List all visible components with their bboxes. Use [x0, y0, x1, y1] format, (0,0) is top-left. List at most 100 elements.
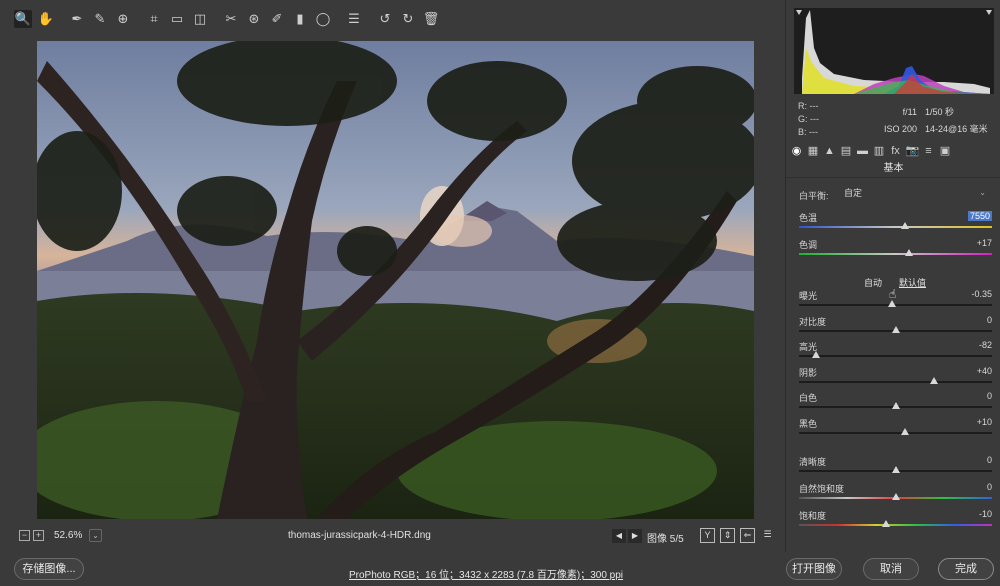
- slider-value-field[interactable]: -10: [979, 509, 992, 519]
- basic-icon[interactable]: ◉: [790, 145, 803, 158]
- g-readout: G: ---: [798, 114, 819, 124]
- slider-thumb[interactable]: [930, 377, 939, 384]
- preview-settings-icon[interactable]: ☰: [760, 528, 775, 543]
- red-eye-icon[interactable]: ⊛: [245, 10, 263, 28]
- previous-image-button[interactable]: ◀: [612, 529, 626, 543]
- slider-value-field[interactable]: -0.35: [971, 289, 992, 299]
- straighten-icon[interactable]: ▭: [168, 10, 186, 28]
- done-button[interactable]: 完成: [938, 558, 994, 580]
- slider-4[interactable]: 对比度 0: [799, 315, 992, 341]
- presets-icon[interactable]: ≡: [922, 145, 935, 158]
- white-balance-eyedropper-icon[interactable]: ✒: [68, 10, 86, 28]
- transform-icon[interactable]: ◫: [191, 10, 209, 28]
- slider-track[interactable]: [799, 381, 992, 383]
- slider-6[interactable]: 阴影 +40: [799, 366, 992, 392]
- slider-thumb[interactable]: [901, 222, 910, 229]
- detail-icon[interactable]: ▲: [823, 145, 836, 158]
- zoom-in-button[interactable]: +: [33, 530, 44, 541]
- auto-button[interactable]: 自动: [864, 276, 882, 289]
- snapshots-icon[interactable]: ▣: [939, 145, 952, 158]
- slider-7[interactable]: 白色 0: [799, 391, 992, 417]
- save-image-button[interactable]: 存储图像...: [14, 558, 84, 580]
- cancel-button[interactable]: 取消: [863, 558, 919, 580]
- slider-value-field[interactable]: 0: [987, 482, 992, 492]
- crop-icon[interactable]: ⌗: [145, 10, 163, 28]
- slider-5[interactable]: 高光 -82: [799, 340, 992, 366]
- slider-thumb[interactable]: [891, 402, 900, 409]
- slider-label: 饱和度: [799, 511, 827, 521]
- effects-icon[interactable]: fx: [889, 145, 902, 158]
- slider-thumb[interactable]: [891, 326, 900, 333]
- slider-value-field[interactable]: -82: [979, 340, 992, 350]
- slider-value-field[interactable]: +40: [977, 366, 992, 376]
- slider-value-field[interactable]: 0: [987, 315, 992, 325]
- workflow-options-link[interactable]: ProPhoto RGB；16 位；3432 x 2283 (7.8 百万像素)…: [349, 566, 623, 581]
- photo-preview[interactable]: [37, 41, 754, 519]
- default-button[interactable]: 默认值: [899, 276, 926, 289]
- before-after-icon[interactable]: Y: [700, 528, 715, 543]
- rotate-right-icon[interactable]: ↻: [399, 10, 417, 28]
- aperture: f/11: [902, 107, 917, 117]
- adjustment-brush-icon[interactable]: ✐: [268, 10, 286, 28]
- hand-icon[interactable]: ✋: [37, 10, 55, 28]
- lens-info: 14-24@16 毫米: [925, 124, 988, 134]
- zoom-dropdown[interactable]: ⌄: [89, 529, 102, 542]
- slider-thumb[interactable]: [881, 520, 890, 527]
- trash-icon[interactable]: 🗑: [422, 10, 440, 28]
- tone-curve-icon[interactable]: ▦: [807, 145, 820, 158]
- slider-thumb[interactable]: [901, 428, 910, 435]
- swap-settings-icon[interactable]: ⇐: [740, 528, 755, 543]
- slider-track[interactable]: [799, 432, 992, 434]
- hsl-icon[interactable]: ▤: [840, 145, 853, 158]
- section-title: 基本: [786, 160, 1000, 178]
- slider-track[interactable]: [799, 226, 992, 228]
- zoom-icon[interactable]: 🔍: [14, 10, 32, 28]
- adjustments-panel: R: --- G: --- B: --- f/11 1/50 秒 ISO 200 1…: [785, 0, 1000, 552]
- pointer-cursor-icon: ☝: [889, 287, 897, 301]
- slider-11[interactable]: 饱和度 -10: [799, 509, 992, 535]
- white-balance-select[interactable]: 自定 ⌄: [840, 185, 990, 201]
- zoom-out-button[interactable]: −: [19, 530, 30, 541]
- iso: ISO 200: [883, 124, 917, 134]
- lens-corrections-icon[interactable]: ▥: [873, 145, 886, 158]
- slider-thumb[interactable]: [891, 466, 900, 473]
- slider-value-field[interactable]: +17: [977, 238, 992, 248]
- graduated-filter-icon[interactable]: ▮: [291, 10, 309, 28]
- compare-toggle-icon[interactable]: ⇕: [720, 528, 735, 543]
- slider-thumb[interactable]: [891, 493, 900, 500]
- slider-9[interactable]: 清晰度 0: [799, 455, 992, 481]
- slider-thumb[interactable]: [812, 351, 821, 358]
- camera-calibration-icon[interactable]: 📷: [906, 145, 920, 158]
- slider-2[interactable]: 色调 +17: [799, 238, 992, 264]
- file-name: thomas-jurassicpark-4-HDR.dng: [288, 530, 431, 541]
- slider-track[interactable]: [799, 524, 992, 526]
- spot-removal-icon[interactable]: ✂: [222, 10, 240, 28]
- slider-value-field[interactable]: 7550: [967, 211, 992, 221]
- slider-label: 清晰度: [799, 457, 827, 467]
- slider-8[interactable]: 黑色 +10: [799, 417, 992, 443]
- rotate-left-icon[interactable]: ↺: [376, 10, 394, 28]
- slider-value-field[interactable]: +10: [977, 417, 992, 427]
- slider-track[interactable]: [799, 355, 992, 357]
- slider-value-field[interactable]: 0: [987, 455, 992, 465]
- radial-filter-icon[interactable]: ◯: [314, 10, 332, 28]
- histogram: [794, 8, 994, 94]
- bottom-bar: 存储图像... ProPhoto RGB；16 位；3432 x 2283 (7…: [0, 552, 1000, 586]
- preferences-icon[interactable]: ☰: [345, 10, 363, 28]
- camera-info: f/11 1/50 秒 ISO 200 14-24@16 毫米: [870, 104, 995, 138]
- open-image-button[interactable]: 打开图像: [786, 558, 842, 580]
- r-readout: R: ---: [798, 101, 819, 111]
- split-toning-icon[interactable]: ▬: [856, 145, 869, 158]
- slider-thumb[interactable]: [887, 300, 896, 307]
- slider-10[interactable]: 自然饱和度 0: [799, 482, 992, 508]
- color-sampler-icon[interactable]: ✎: [91, 10, 109, 28]
- white-balance-value: 自定: [844, 188, 863, 198]
- slider-track[interactable]: [799, 253, 992, 255]
- targeted-adjustment-icon[interactable]: ⊕: [114, 10, 132, 28]
- slider-value-field[interactable]: 0: [987, 391, 992, 401]
- next-image-button[interactable]: ▶: [628, 529, 642, 543]
- b-readout: B: ---: [798, 127, 818, 137]
- slider-1[interactable]: 色温 7550: [799, 211, 992, 237]
- slider-thumb[interactable]: [905, 249, 913, 256]
- slider-label: 黑色: [799, 419, 818, 429]
